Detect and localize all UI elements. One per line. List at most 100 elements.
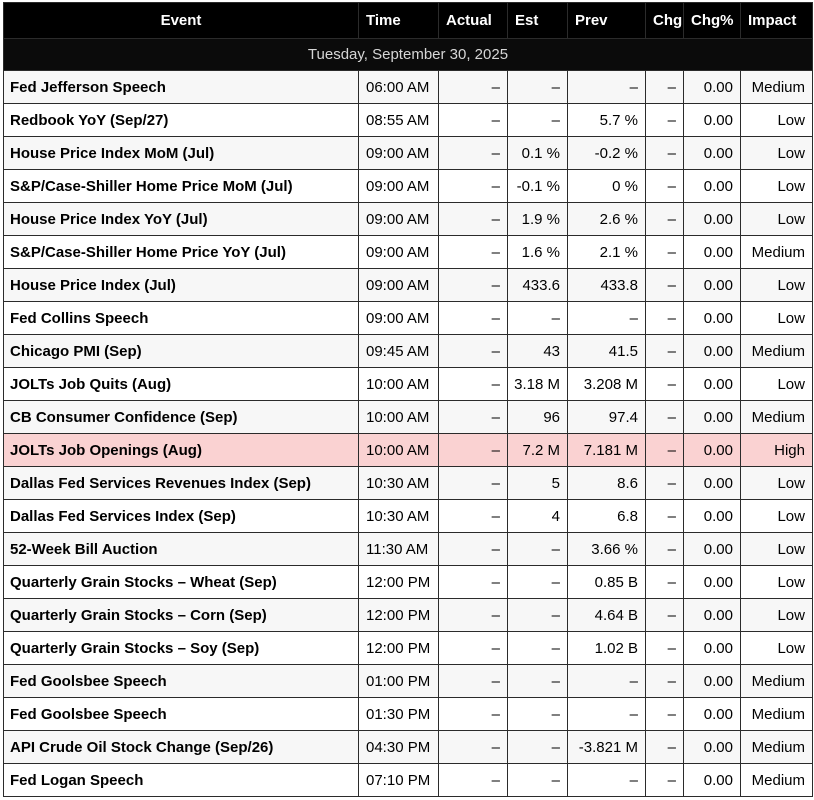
chg-pct-cell: 0.00 [684, 203, 741, 236]
impact-cell: Medium [741, 698, 813, 731]
time-cell: 12:00 PM [359, 599, 439, 632]
impact-cell: Medium [741, 236, 813, 269]
table-row[interactable]: Fed Goolsbee Speech 01:00 PM – – – – 0.0… [4, 665, 813, 698]
event-cell: Quarterly Grain Stocks – Wheat (Sep) [4, 566, 359, 599]
table-row[interactable]: Quarterly Grain Stocks – Soy (Sep) 12:00… [4, 632, 813, 665]
actual-cell: – [439, 500, 508, 533]
table-row[interactable]: S&P/Case-Shiller Home Price YoY (Jul) 09… [4, 236, 813, 269]
time-cell: 11:30 AM [359, 533, 439, 566]
est-cell: 96 [508, 401, 568, 434]
est-cell: – [508, 698, 568, 731]
table-row[interactable]: S&P/Case-Shiller Home Price MoM (Jul) 09… [4, 170, 813, 203]
chg-pct-cell: 0.00 [684, 236, 741, 269]
table-row[interactable]: Dallas Fed Services Revenues Index (Sep)… [4, 467, 813, 500]
est-cell: – [508, 731, 568, 764]
chg-pct-cell: 0.00 [684, 104, 741, 137]
chg-cell: – [646, 401, 684, 434]
est-cell: – [508, 665, 568, 698]
prev-cell: – [568, 302, 646, 335]
chg-pct-cell: 0.00 [684, 335, 741, 368]
table-row[interactable]: Fed Goolsbee Speech 01:30 PM – – – – 0.0… [4, 698, 813, 731]
column-header-prev: Prev [568, 3, 646, 39]
prev-cell: 5.7 % [568, 104, 646, 137]
time-cell: 09:00 AM [359, 170, 439, 203]
chg-cell: – [646, 731, 684, 764]
chg-cell: – [646, 698, 684, 731]
table-row[interactable]: Fed Logan Speech 07:10 PM – – – – 0.00 M… [4, 764, 813, 797]
table-row[interactable]: API Crude Oil Stock Change (Sep/26) 04:3… [4, 731, 813, 764]
table-row[interactable]: Quarterly Grain Stocks – Corn (Sep) 12:0… [4, 599, 813, 632]
est-cell: – [508, 533, 568, 566]
event-cell: Redbook YoY (Sep/27) [4, 104, 359, 137]
chg-cell: – [646, 269, 684, 302]
chg-pct-cell: 0.00 [684, 764, 741, 797]
event-cell: Quarterly Grain Stocks – Corn (Sep) [4, 599, 359, 632]
impact-cell: Medium [741, 71, 813, 104]
event-cell: CB Consumer Confidence (Sep) [4, 401, 359, 434]
time-cell: 10:00 AM [359, 368, 439, 401]
time-cell: 10:00 AM [359, 401, 439, 434]
prev-cell: 2.1 % [568, 236, 646, 269]
table-row[interactable]: 52-Week Bill Auction 11:30 AM – – 3.66 %… [4, 533, 813, 566]
table-row[interactable]: Fed Collins Speech 09:00 AM – – – – 0.00… [4, 302, 813, 335]
est-cell: 5 [508, 467, 568, 500]
time-cell: 10:30 AM [359, 467, 439, 500]
prev-cell: 433.8 [568, 269, 646, 302]
table-row[interactable]: Chicago PMI (Sep) 09:45 AM – 43 41.5 – 0… [4, 335, 813, 368]
event-cell: House Price Index MoM (Jul) [4, 137, 359, 170]
prev-cell: 41.5 [568, 335, 646, 368]
time-cell: 12:00 PM [359, 566, 439, 599]
actual-cell: – [439, 764, 508, 797]
impact-cell: Low [741, 368, 813, 401]
prev-cell: 8.6 [568, 467, 646, 500]
event-cell: 52-Week Bill Auction [4, 533, 359, 566]
prev-cell: -3.821 M [568, 731, 646, 764]
impact-cell: Low [741, 500, 813, 533]
table-row[interactable]: Fed Jefferson Speech 06:00 AM – – – – 0.… [4, 71, 813, 104]
est-cell: – [508, 566, 568, 599]
event-cell: Fed Goolsbee Speech [4, 665, 359, 698]
prev-cell: 0.85 B [568, 566, 646, 599]
table-row[interactable]: House Price Index YoY (Jul) 09:00 AM – 1… [4, 203, 813, 236]
chg-cell: – [646, 434, 684, 467]
table-row[interactable]: House Price Index (Jul) 09:00 AM – 433.6… [4, 269, 813, 302]
event-cell: S&P/Case-Shiller Home Price MoM (Jul) [4, 170, 359, 203]
time-cell: 06:00 AM [359, 71, 439, 104]
est-cell: – [508, 632, 568, 665]
time-cell: 09:00 AM [359, 236, 439, 269]
est-cell: 433.6 [508, 269, 568, 302]
prev-cell: 7.181 M [568, 434, 646, 467]
chg-pct-cell: 0.00 [684, 368, 741, 401]
table-row[interactable]: JOLTs Job Quits (Aug) 10:00 AM – 3.18 M … [4, 368, 813, 401]
chg-cell: – [646, 632, 684, 665]
table-row[interactable]: Dallas Fed Services Index (Sep) 10:30 AM… [4, 500, 813, 533]
actual-cell: – [439, 698, 508, 731]
prev-cell: 6.8 [568, 500, 646, 533]
chg-cell: – [646, 71, 684, 104]
table-row[interactable]: House Price Index MoM (Jul) 09:00 AM – 0… [4, 137, 813, 170]
actual-cell: – [439, 170, 508, 203]
chg-cell: – [646, 500, 684, 533]
chg-cell: – [646, 599, 684, 632]
impact-cell: Low [741, 533, 813, 566]
impact-cell: Low [741, 566, 813, 599]
chg-cell: – [646, 203, 684, 236]
impact-cell: Low [741, 137, 813, 170]
date-banner-row: Tuesday, September 30, 2025 [4, 39, 813, 71]
column-header-actual: Actual [439, 3, 508, 39]
actual-cell: – [439, 467, 508, 500]
table-row[interactable]: CB Consumer Confidence (Sep) 10:00 AM – … [4, 401, 813, 434]
table-row[interactable]: Quarterly Grain Stocks – Wheat (Sep) 12:… [4, 566, 813, 599]
event-cell: Fed Goolsbee Speech [4, 698, 359, 731]
impact-cell: Low [741, 269, 813, 302]
event-cell: Dallas Fed Services Revenues Index (Sep) [4, 467, 359, 500]
chg-cell: – [646, 104, 684, 137]
column-header-est: Est [508, 3, 568, 39]
actual-cell: – [439, 302, 508, 335]
actual-cell: – [439, 434, 508, 467]
chg-cell: – [646, 236, 684, 269]
table-row[interactable]: JOLTs Job Openings (Aug) 10:00 AM – 7.2 … [4, 434, 813, 467]
actual-cell: – [439, 533, 508, 566]
date-banner: Tuesday, September 30, 2025 [4, 39, 813, 71]
table-row[interactable]: Redbook YoY (Sep/27) 08:55 AM – – 5.7 % … [4, 104, 813, 137]
